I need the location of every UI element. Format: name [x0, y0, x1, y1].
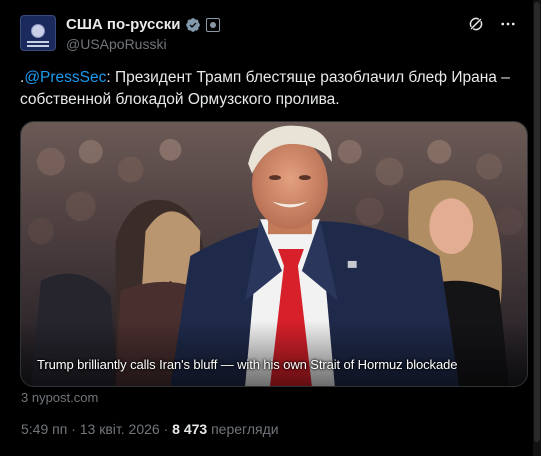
avatar-lines	[27, 40, 49, 43]
tweet-time[interactable]: 5:49 пп	[21, 421, 67, 437]
tweet-container: США по-русски @USApoRusski .@PressSec: П…	[0, 0, 534, 456]
tweet-date[interactable]: 13 квіт. 2026	[80, 421, 160, 437]
meta-separator-2: ·	[163, 421, 169, 437]
header-actions	[467, 15, 517, 33]
account-handle[interactable]: @USApoRusski	[66, 36, 167, 52]
tweet-meta: 5:49 пп · 13 квіт. 2026 · 8 473 перегляд…	[21, 421, 279, 437]
views-count: 8 473	[172, 421, 208, 437]
views-label: перегляди	[211, 421, 279, 437]
link-source[interactable]: 3 nypost.com	[21, 390, 98, 405]
media-card[interactable]: Trump brilliantly calls Iran's bluff — w…	[20, 121, 528, 387]
news-photo	[21, 122, 527, 386]
verified-badge-icon	[186, 17, 201, 32]
media-caption: Trump brilliantly calls Iran's bluff — w…	[37, 357, 458, 372]
account-name[interactable]: США по-русски	[66, 16, 180, 33]
affiliate-badge-icon[interactable]	[206, 17, 221, 32]
grok-icon[interactable]	[467, 15, 485, 33]
name-row: США по-русски	[66, 16, 221, 33]
tweet-header: США по-русски @USApoRusski	[20, 15, 517, 55]
meta-separator: ·	[71, 421, 76, 437]
scrollbar-track[interactable]	[533, 0, 541, 456]
tweet-text: .@PressSec: Президент Трамп блестяще раз…	[20, 67, 520, 111]
seal-icon	[31, 23, 45, 38]
avatar[interactable]	[20, 15, 56, 51]
scrollbar-thumb[interactable]	[534, 2, 540, 442]
mention-link[interactable]: @PressSec	[24, 69, 106, 86]
more-icon[interactable]	[499, 15, 517, 33]
